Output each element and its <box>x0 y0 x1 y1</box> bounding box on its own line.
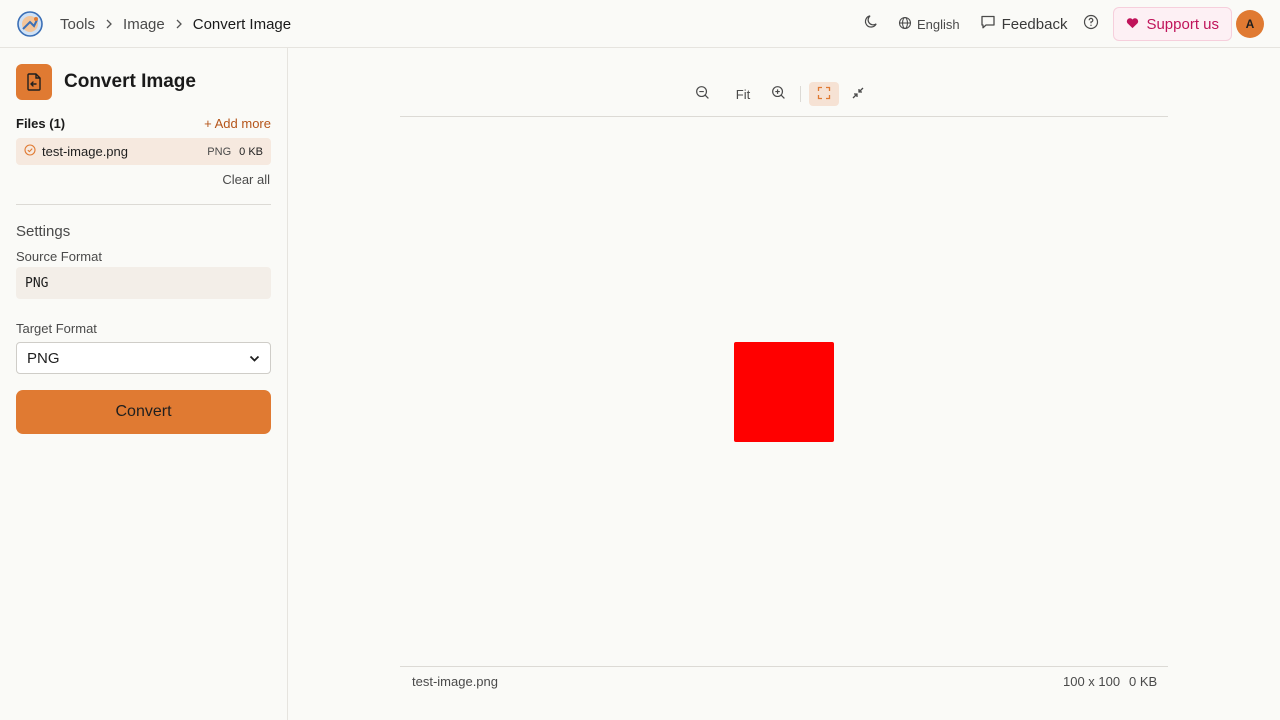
breadcrumb-image[interactable]: Image <box>123 16 165 33</box>
chevron-right-icon <box>95 19 123 29</box>
globe-icon <box>898 16 912 33</box>
zoom-in-icon <box>771 85 786 103</box>
file-convert-icon <box>16 64 52 100</box>
message-icon <box>980 14 996 34</box>
zoom-in-button[interactable] <box>764 82 792 106</box>
preview-dimensions: 100 x 100 <box>1063 674 1121 689</box>
files-header: Files (1) + Add more <box>16 116 271 131</box>
zoom-out-button[interactable] <box>688 82 716 106</box>
settings-sidebar: Convert Image Files (1) + Add more test-… <box>0 48 288 720</box>
header-actions: English Feedback Support us A <box>858 0 1264 48</box>
app-logo-icon[interactable] <box>17 11 43 37</box>
settings-heading: Settings <box>16 223 71 240</box>
zoom-out-icon <box>695 85 710 103</box>
breadcrumb-tools[interactable]: Tools <box>60 16 95 33</box>
dark-mode-toggle[interactable] <box>858 10 886 38</box>
fullscreen-button[interactable] <box>809 82 839 106</box>
source-format-value: PNG <box>25 275 49 291</box>
help-circle-icon <box>1083 14 1099 35</box>
page-title: Convert Image <box>64 71 196 92</box>
collapse-button[interactable] <box>843 82 873 106</box>
chevron-down-icon <box>249 350 260 367</box>
divider <box>16 204 271 205</box>
add-more-link[interactable]: + Add more <box>204 116 271 131</box>
help-button[interactable] <box>1077 10 1105 38</box>
language-label: English <box>916 16 960 32</box>
moon-icon <box>864 14 879 34</box>
target-format-value: PNG <box>27 349 60 367</box>
minimize-icon <box>851 86 865 103</box>
preview-file-size: 0 KB <box>1129 674 1158 689</box>
support-label: Support us <box>1146 15 1219 33</box>
tool-header: Convert Image <box>16 64 196 100</box>
feedback-label: Feedback <box>1001 15 1068 33</box>
breadcrumb: Tools Image Convert Image <box>60 0 291 48</box>
chevron-right-icon <box>165 19 193 29</box>
toolbar-separator <box>800 86 801 102</box>
feedback-button[interactable]: Feedback <box>980 14 1068 34</box>
file-name: test-image.png <box>42 144 128 159</box>
check-circle-icon <box>24 144 36 159</box>
target-format-label: Target Format <box>16 321 97 336</box>
preview-divider-top <box>400 116 1168 117</box>
expand-icon <box>817 86 831 103</box>
top-bar: Tools Image Convert Image English Feedba… <box>0 0 1280 48</box>
file-size: 0 KB <box>239 145 263 158</box>
source-format-label: Source Format <box>16 249 102 264</box>
preview-divider-bottom <box>400 666 1168 667</box>
avatar[interactable]: A <box>1236 10 1264 38</box>
files-label: Files (1) <box>16 116 66 131</box>
support-us-button[interactable]: Support us <box>1113 7 1232 41</box>
preview-toolbar: Fit <box>688 82 873 106</box>
clear-all-button[interactable]: Clear all <box>222 172 270 187</box>
language-selector[interactable]: English <box>898 16 960 33</box>
heart-icon <box>1126 16 1139 33</box>
preview-file-name: test-image.png <box>412 674 498 689</box>
image-preview <box>734 342 834 442</box>
convert-button[interactable]: Convert <box>16 390 271 434</box>
file-format: PNG <box>207 145 232 158</box>
breadcrumb-current: Convert Image <box>192 15 292 33</box>
target-format-select[interactable]: PNG <box>16 342 271 374</box>
source-format-field: PNG <box>16 267 271 299</box>
fit-button[interactable]: Fit <box>722 82 764 106</box>
file-list-item[interactable]: test-image.png PNG 0 KB <box>16 138 271 165</box>
